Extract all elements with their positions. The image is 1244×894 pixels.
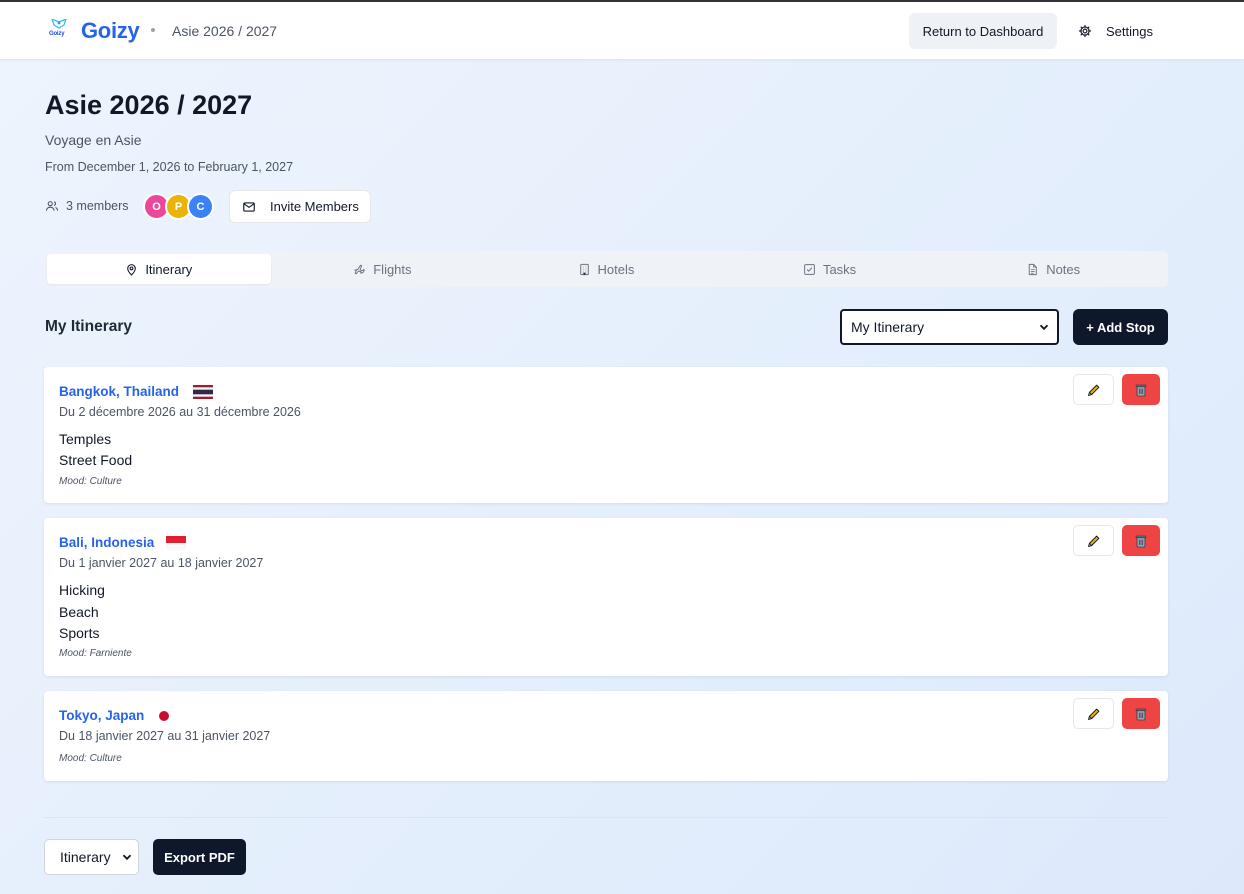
trip-subtitle: Voyage en Asie xyxy=(45,132,142,148)
tab-notes[interactable]: Notes xyxy=(941,254,1165,284)
delete-stop-button[interactable] xyxy=(1122,525,1160,556)
trash-icon xyxy=(1135,384,1147,396)
stop-dates: Du 1 janvier 2027 au 18 janvier 2027 xyxy=(59,556,264,570)
goizy-logo-icon[interactable]: Goizy xyxy=(48,19,70,41)
stop-activity: Beach xyxy=(59,604,99,620)
edit-stop-button[interactable] xyxy=(1073,525,1114,556)
building-icon xyxy=(579,263,589,275)
delete-stop-button[interactable] xyxy=(1122,698,1160,729)
tab-tasks[interactable]: Tasks xyxy=(718,254,942,284)
trip-dates: From December 1, 2026 to February 1, 202… xyxy=(45,160,294,174)
thailand-flag-icon xyxy=(193,385,213,399)
page-title: Asie 2026 / 2027 xyxy=(45,90,253,120)
edit-stop-button[interactable] xyxy=(1073,698,1114,729)
stop-mood: Mood: Farniente xyxy=(59,648,132,659)
itinerary-stop-card: Bangkok, Thailand Du 2 décembre 2026 au … xyxy=(44,367,1168,503)
stop-activity: Temples xyxy=(59,431,112,447)
map-pin-icon xyxy=(127,263,137,276)
invite-members-label: Invite Members xyxy=(270,199,359,214)
mail-icon xyxy=(243,201,255,212)
pencil-icon xyxy=(1087,708,1099,720)
avatar-initial: O xyxy=(152,200,161,213)
tab-label: Notes xyxy=(1046,261,1081,277)
tab-flights[interactable]: Flights xyxy=(271,254,495,284)
export-pdf-button[interactable]: Export PDF xyxy=(153,839,246,875)
invite-members-button[interactable]: Invite Members xyxy=(229,190,371,223)
delete-stop-button[interactable] xyxy=(1122,374,1160,405)
add-stop-button[interactable]: + Add Stop xyxy=(1073,309,1168,345)
settings-button[interactable]: Settings xyxy=(1068,13,1168,49)
stop-place[interactable]: Bali, Indonesia xyxy=(59,535,154,550)
wings-icon xyxy=(51,19,67,29)
edit-stop-button[interactable] xyxy=(1073,374,1114,405)
tab-label: Tasks xyxy=(822,261,857,277)
check-square-icon xyxy=(804,263,815,275)
pencil-icon xyxy=(1087,535,1099,547)
avatar-initial: P xyxy=(174,200,183,213)
stop-mood: Mood: Culture xyxy=(59,476,122,487)
trip-tabs: Itinerary Flights Hotels Tasks Notes xyxy=(44,251,1168,287)
stop-mood: Mood: Culture xyxy=(59,753,122,764)
plane-icon xyxy=(354,264,366,274)
gear-icon xyxy=(1078,24,1092,38)
tab-label: Hotels xyxy=(597,261,635,277)
top-nav: Goizy Goizy Asie 2026 / 2027 Return to D… xyxy=(0,2,1244,60)
itinerary-section-title: My Itinerary xyxy=(45,318,133,335)
footer-divider xyxy=(44,817,1168,818)
export-type-value: Itinerary xyxy=(60,849,111,865)
breadcrumb-separator xyxy=(151,28,155,32)
return-to-dashboard-button[interactable]: Return to Dashboard xyxy=(909,13,1057,49)
stop-dates: Du 2 décembre 2026 au 31 décembre 2026 xyxy=(59,405,301,419)
itinerary-stop-card: Tokyo, Japan Du 18 janvier 2027 au 31 ja… xyxy=(44,691,1168,781)
tab-hotels[interactable]: Hotels xyxy=(494,254,718,284)
itinerary-stop-card: Bali, Indonesia Du 1 janvier 2027 au 18 … xyxy=(44,518,1168,676)
stop-activity: Street Food xyxy=(59,452,133,468)
pencil-icon xyxy=(1087,384,1099,396)
indonesia-flag-icon xyxy=(166,536,186,550)
trash-icon xyxy=(1135,708,1147,720)
logo-mini-text: Goizy xyxy=(49,31,65,37)
file-text-icon xyxy=(1028,263,1037,275)
tab-label: Flights xyxy=(373,261,412,277)
breadcrumb: Asie 2026 / 2027 xyxy=(172,23,278,39)
settings-label: Settings xyxy=(1106,23,1153,39)
export-pdf-label: Export PDF xyxy=(164,849,235,865)
export-type-select[interactable]: Itinerary xyxy=(44,839,139,875)
users-icon xyxy=(45,201,59,211)
itinerary-select[interactable]: My Itinerary xyxy=(840,309,1059,345)
return-to-dashboard-label: Return to Dashboard xyxy=(922,23,1044,39)
stop-place[interactable]: Bangkok, Thailand xyxy=(59,384,179,399)
chevron-down-icon xyxy=(1039,324,1049,331)
stop-dates: Du 18 janvier 2027 au 31 janvier 2027 xyxy=(59,729,271,743)
tab-itinerary[interactable]: Itinerary xyxy=(47,254,271,284)
chevron-down-icon xyxy=(122,854,132,861)
itinerary-select-value: My Itinerary xyxy=(851,319,925,335)
members-count: 3 members xyxy=(66,199,129,213)
avatar[interactable]: C xyxy=(187,193,214,220)
stop-place[interactable]: Tokyo, Japan xyxy=(59,708,144,723)
stop-activity: Sports xyxy=(59,625,100,641)
avatar-initial: C xyxy=(196,200,205,213)
add-stop-label: + Add Stop xyxy=(1086,319,1155,335)
stop-activity: Hicking xyxy=(59,582,105,598)
japan-flag-icon xyxy=(159,711,169,721)
tab-label: Itinerary xyxy=(145,261,193,277)
brand-name[interactable]: Goizy xyxy=(81,18,140,44)
trash-icon xyxy=(1135,535,1147,547)
